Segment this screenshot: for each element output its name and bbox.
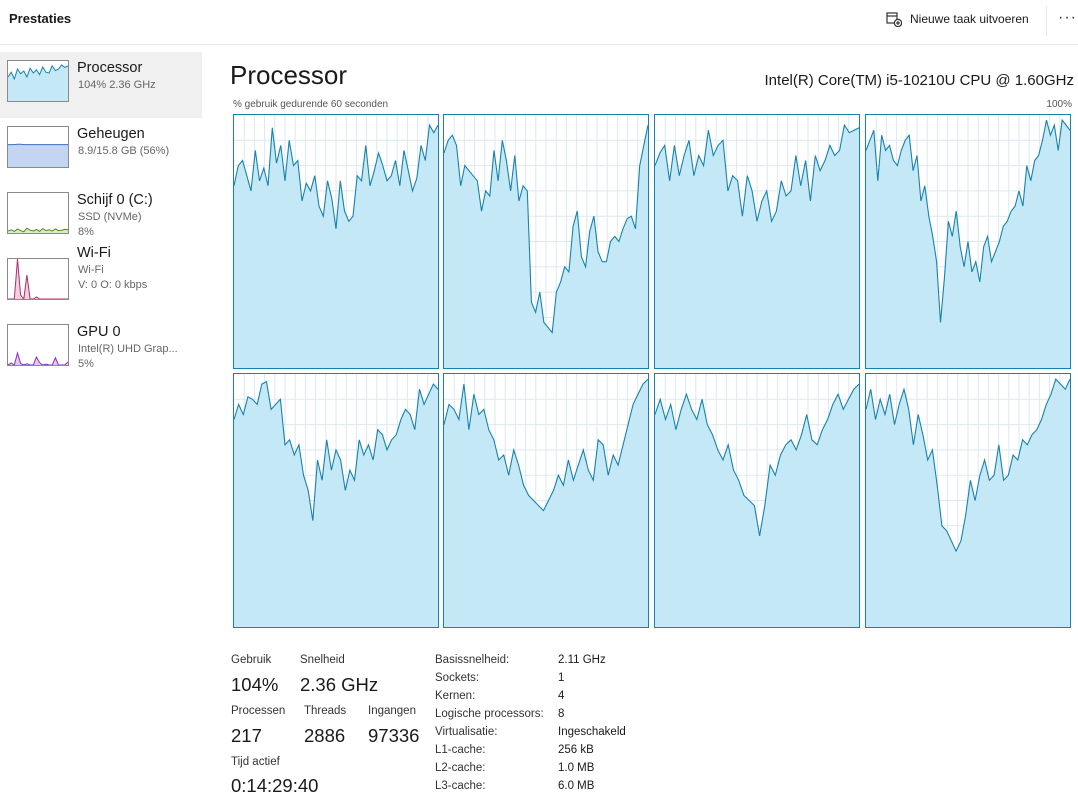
spec-key: Logische processors:: [435, 708, 544, 720]
cpu-model-name: Intel(R) Core(TM) i5-10210U CPU @ 1.60GH…: [764, 72, 1074, 89]
threads-value: 2886: [304, 725, 346, 746]
page-title: Processor: [230, 60, 348, 90]
disk-thumbnail-graph: [7, 192, 69, 234]
sidebar-item-name: Geheugen: [77, 126, 145, 142]
core-graph-8: [865, 373, 1071, 628]
new-task-icon: [886, 11, 902, 27]
section-title: Prestaties: [9, 11, 72, 26]
usage-value: 104%: [231, 674, 279, 695]
sidebar-item-name: GPU 0: [77, 324, 121, 340]
threads-label: Threads: [304, 705, 347, 717]
sidebar-item-wifi[interactable]: Wi-Fi Wi-Fi V: 0 O: 0 kbps: [0, 245, 202, 316]
sidebar: Processor 104% 2.36 GHz Geheugen 8.9/15.…: [0, 52, 202, 382]
processes-label: Processen: [231, 705, 286, 717]
core-graph-2: [443, 114, 649, 369]
spec-key: Virtualisatie:: [435, 726, 498, 738]
sidebar-item-processor[interactable]: Processor 104% 2.36 GHz: [0, 52, 202, 118]
spec-value: 4: [558, 690, 565, 702]
sidebar-item-detail: Intel(R) UHD Grap...: [78, 343, 178, 355]
handles-value: 97336: [368, 725, 420, 746]
gpu-thumbnail-graph: [7, 324, 69, 366]
spec-value: 2.11 GHz: [558, 654, 606, 666]
graph-caption: % gebruik gedurende 60 seconden: [233, 99, 389, 110]
spec-value: 256 kB: [558, 744, 594, 756]
spec-key: L3-cache:: [435, 780, 486, 792]
spec-value: 1.0 MB: [558, 762, 595, 774]
core-graph-4: [865, 114, 1071, 369]
spec-key: Basissnelheid:: [435, 654, 510, 666]
sidebar-item-name: Schijf 0 (C:): [77, 192, 153, 208]
sidebar-item-name: Processor: [77, 60, 143, 76]
uptime-label: Tijd actief: [231, 756, 280, 768]
wifi-thumbnail-graph: [7, 258, 69, 300]
core-graph-7: [654, 373, 860, 628]
sidebar-item-detail: 5%: [78, 358, 94, 370]
spec-value: 1: [558, 672, 565, 684]
usage-label: Gebruik: [231, 654, 272, 666]
sidebar-item-detail: Wi-Fi: [78, 264, 104, 276]
uptime-value: 0:14:29:40: [231, 775, 319, 796]
spec-key: Kernen:: [435, 690, 476, 702]
memory-thumbnail-graph: [7, 126, 69, 168]
sidebar-item-disk[interactable]: Schijf 0 (C:) SSD (NVMe) 8%: [0, 184, 202, 250]
thumbnail-area: [8, 144, 68, 167]
core-graph-6: [443, 373, 649, 628]
sidebar-item-detail: 8.9/15.8 GB (56%): [78, 145, 170, 157]
toolbar-divider: [1046, 6, 1047, 36]
sidebar-item-detail: SSD (NVMe): [78, 211, 142, 223]
core-graph-3: [654, 114, 860, 369]
core-graph-5: [233, 373, 439, 628]
handles-label: Ingangen: [368, 705, 416, 717]
run-new-task-button[interactable]: Nieuwe taak uitvoeren: [886, 9, 1029, 29]
top-bar: Prestaties Nieuwe taak uitvoeren ···: [0, 0, 1078, 45]
core-graph-1: [233, 114, 439, 369]
spec-key: Sockets:: [435, 672, 480, 684]
sidebar-item-detail: 104% 2.36 GHz: [78, 79, 156, 91]
spec-value: Ingeschakeld: [558, 726, 626, 738]
more-options-icon[interactable]: ···: [1058, 10, 1077, 26]
speed-label: Snelheid: [300, 654, 345, 666]
graph-max-label: 100%: [1046, 99, 1072, 110]
run-new-task-label: Nieuwe taak uitvoeren: [910, 12, 1029, 26]
spec-key: L1-cache:: [435, 744, 486, 756]
sidebar-item-detail: 8%: [78, 226, 94, 238]
sidebar-item-memory[interactable]: Geheugen 8.9/15.8 GB (56%): [0, 118, 202, 184]
processes-value: 217: [231, 725, 262, 746]
sidebar-item-detail: V: 0 O: 0 kbps: [78, 279, 148, 291]
processor-thumbnail-graph: [7, 60, 69, 102]
speed-value: 2.36 GHz: [300, 674, 379, 695]
sidebar-item-gpu[interactable]: GPU 0 Intel(R) UHD Grap... 5%: [0, 316, 202, 382]
spec-value: 8: [558, 708, 565, 720]
spec-value: 6.0 MB: [558, 780, 595, 792]
spec-key: L2-cache:: [435, 762, 486, 774]
